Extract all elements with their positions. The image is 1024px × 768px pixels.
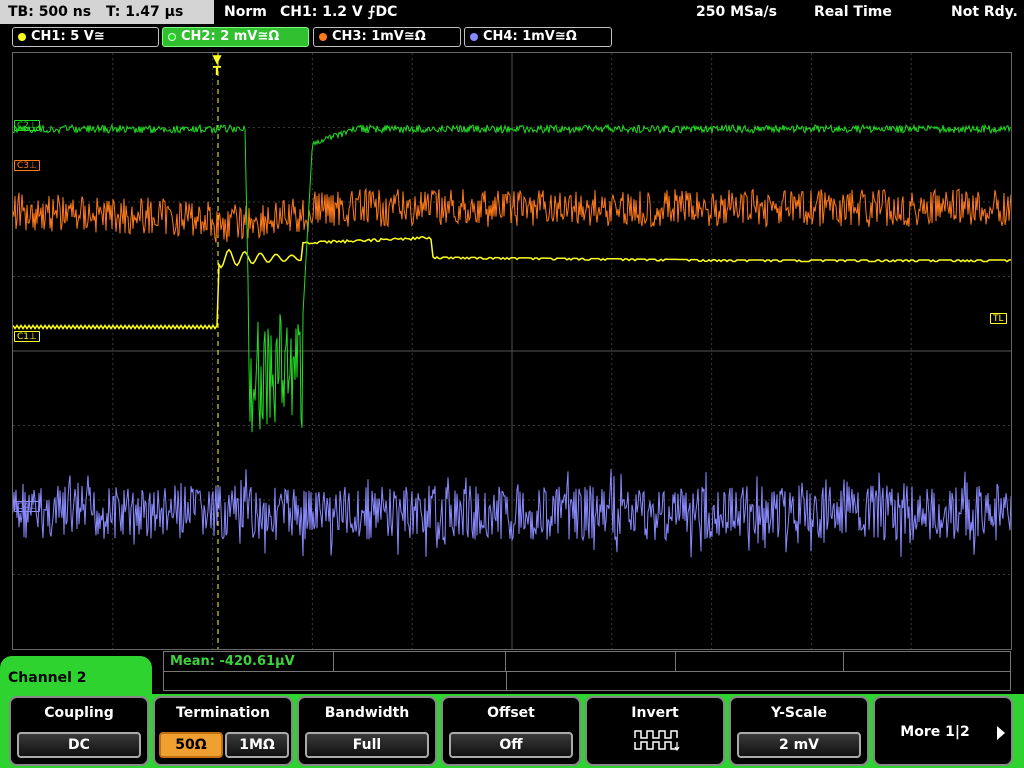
invert-softkey[interactable]: Invert [585,696,725,766]
yscale-title: Y-Scale [770,705,827,721]
coupling-button[interactable]: DC [17,732,141,758]
timebase-box[interactable]: TB: 500 ns T: 1.47 µs [0,0,214,24]
ch4-label: CH4: 1mV≅Ω [483,29,577,44]
tab-ch3[interactable]: CH3: 1mV≅Ω [313,27,461,47]
measurement-bar: Mean: -420.61µV [163,651,1011,691]
offset-title: Offset [487,705,535,721]
termination-50-button[interactable]: 50Ω [159,732,223,758]
status-bar: TB: 500 ns T: 1.47 µs Norm CH1: 1.2 V ⨍D… [0,0,1024,24]
trigger-mode[interactable]: Norm [224,0,267,24]
ch2-dot-icon [168,33,176,41]
acquisition-status: Not Rdy. [951,4,1018,20]
yscale-softkey[interactable]: Y-Scale 2 mV [729,696,869,766]
trigger-position-marker[interactable]: ▼ T [211,53,223,77]
ch2-label: CH2: 2 mV≅Ω [181,29,280,44]
ch1-ground-marker[interactable]: C1⊥ [14,331,40,342]
trigger-marker-label: T [212,64,222,78]
acquisition-mode: Real Time [814,4,892,20]
termination-softkey[interactable]: Termination 50Ω 1MΩ [153,696,293,766]
ch2-ground-marker[interactable]: C2⊥ [14,120,40,131]
offset-softkey[interactable]: Offset Off [441,696,581,766]
tab-ch2[interactable]: CH2: 2 mV≅Ω [162,27,309,47]
termination-1m-button[interactable]: 1MΩ [225,732,289,758]
ch1-dot-icon [18,33,26,41]
coupling-title: Coupling [44,705,114,721]
coupling-softkey[interactable]: Coupling DC [9,696,149,766]
more-label: More 1|2 [900,724,970,740]
tab-ch1[interactable]: CH1: 5 V≅ [12,27,159,47]
graticule [13,53,1011,649]
mean-measurement[interactable]: Mean: -420.61µV [170,654,295,669]
timebase-value: TB: 500 ns [8,4,92,20]
ch3-dot-icon [319,33,327,41]
ch3-ground-marker[interactable]: C3⊥ [14,160,40,171]
more-softkey[interactable]: More 1|2 [873,696,1013,766]
waveform-svg [13,53,1011,649]
invert-square-wave-icon [634,730,680,752]
invert-title: Invert [631,705,679,721]
trigger-level-marker[interactable]: TL [990,313,1007,324]
termination-title: Termination [176,705,270,721]
bandwidth-title: Bandwidth [324,705,410,721]
chevron-right-icon [997,726,1005,740]
offset-button[interactable]: Off [449,732,573,758]
ch4-ground-marker[interactable]: C4⊥ [14,501,40,512]
trigger-time-value: T: 1.47 µs [105,4,184,20]
bandwidth-softkey[interactable]: Bandwidth Full [297,696,437,766]
ch3-label: CH3: 1mV≅Ω [332,29,426,44]
ch4-dot-icon [470,33,478,41]
tab-ch4[interactable]: CH4: 1mV≅Ω [464,27,612,47]
channel-menu-title: Channel 2 [0,656,152,700]
sample-rate: 250 MSa/s [696,4,778,20]
bandwidth-button[interactable]: Full [305,732,429,758]
waveform-display[interactable]: C2⊥ C3⊥ C1⊥ TL C4⊥ ▼ T [12,52,1012,650]
ch1-label: CH1: 5 V≅ [31,29,105,44]
trigger-settings[interactable]: CH1: 1.2 V ⨍DC [280,0,397,24]
yscale-button[interactable]: 2 mV [737,732,861,758]
